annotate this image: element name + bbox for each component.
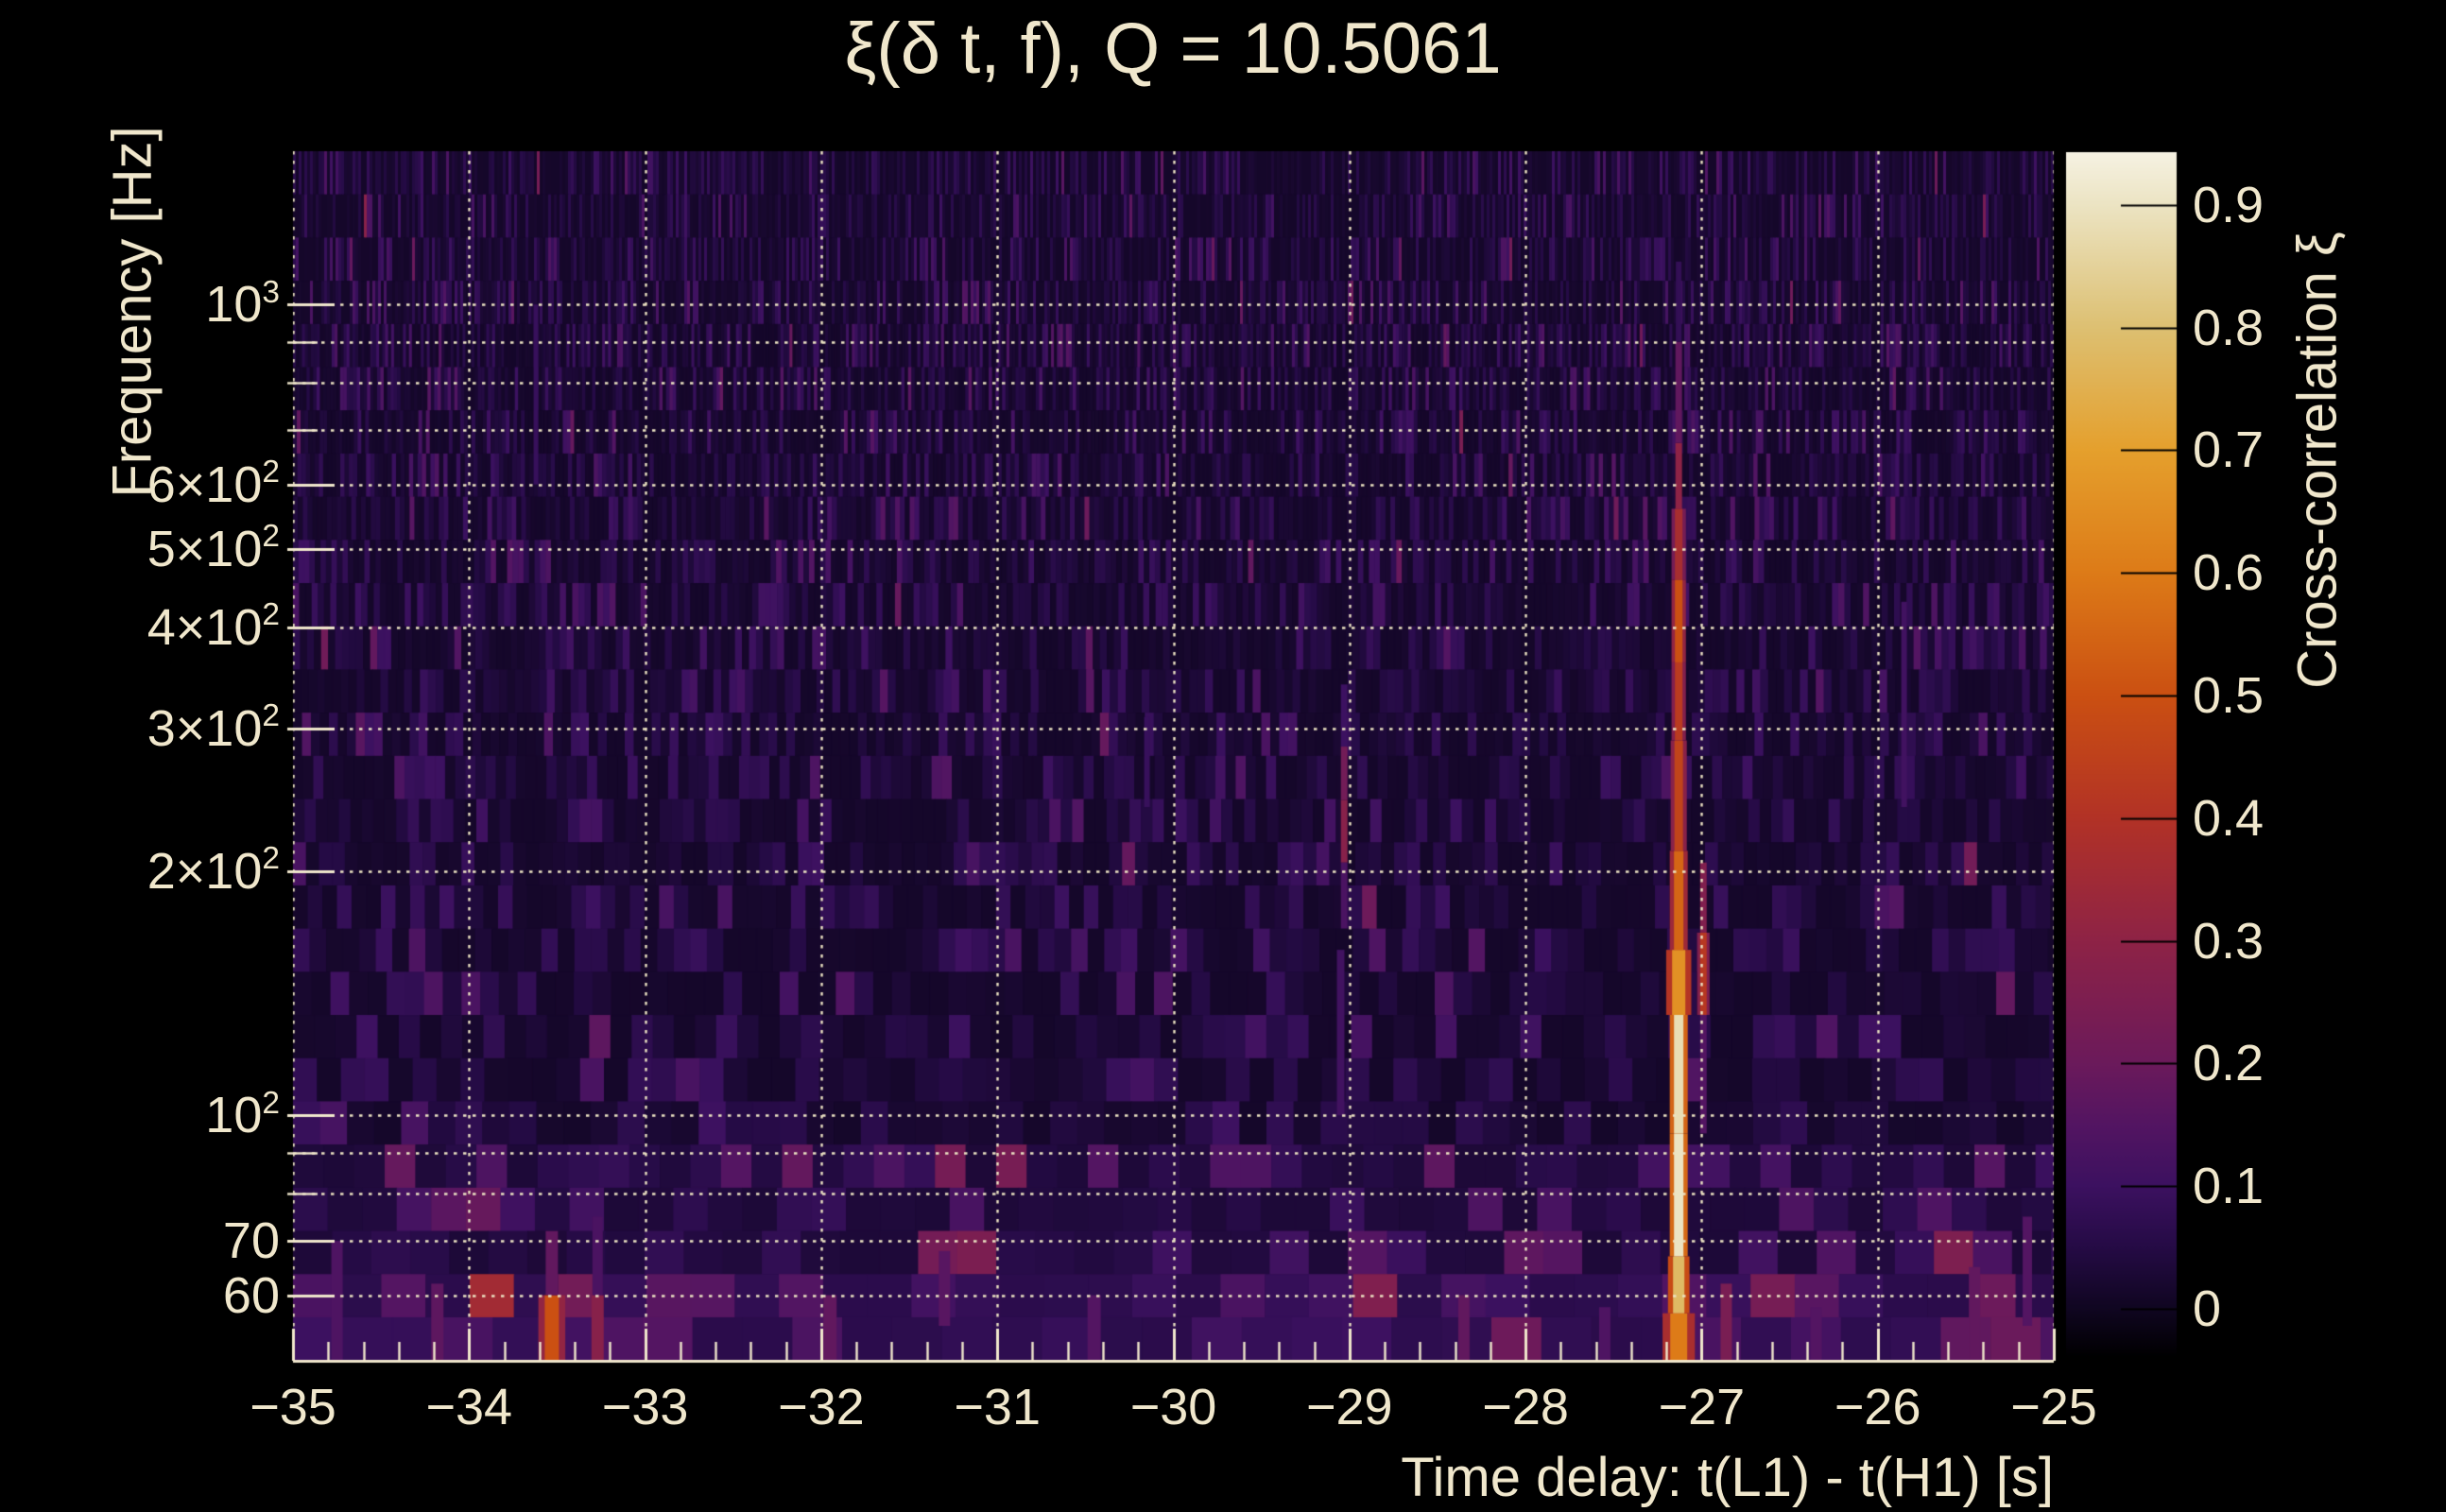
colorbar-tick-label: 0.2 — [2193, 1035, 2265, 1092]
x-tick-label: −35 — [250, 1379, 336, 1435]
x-tick-label: −27 — [1658, 1379, 1746, 1435]
y-tick-label: 103 — [205, 274, 280, 334]
colorbar-tick-label: 0.8 — [2193, 299, 2265, 356]
y-axis-title: Frequency [Hz] — [101, 126, 164, 498]
x-tick-label: −34 — [425, 1379, 513, 1435]
colorbar-tick-label: 0.1 — [2193, 1158, 2265, 1215]
colorbar-tick-label: 0.7 — [2193, 421, 2265, 479]
colorbar-tick-label: 0.3 — [2193, 912, 2265, 970]
y-tick-label: 102 — [205, 1085, 280, 1144]
x-tick-label: −29 — [1305, 1379, 1393, 1435]
y-tick-label: 60 — [222, 1266, 280, 1324]
colorbar-tick-label: 0.6 — [2193, 544, 2265, 602]
x-tick-label: −28 — [1482, 1379, 1569, 1435]
x-tick-label: −25 — [2010, 1379, 2097, 1435]
y-tick-label: 3×102 — [146, 698, 280, 757]
x-axis-title: Time delay: t(L1) - t(H1) [s] — [1401, 1447, 2054, 1508]
colorbar-title: Cross-correlation ξ — [2286, 232, 2349, 689]
plot-title: ξ(δ t, f), Q = 10.5061 — [844, 9, 1502, 89]
y-tick-label: 70 — [222, 1212, 280, 1270]
x-tick-label: −33 — [601, 1379, 689, 1435]
colorbar-tick-label: 0.9 — [2193, 176, 2265, 233]
y-tick-label: 5×102 — [146, 518, 280, 577]
colorbar-tick-label: 0.5 — [2193, 667, 2265, 725]
colorbar-tick-label: 0.4 — [2193, 789, 2265, 847]
x-tick-label: −30 — [1129, 1379, 1217, 1435]
x-tick-label: −31 — [954, 1379, 1041, 1435]
colorbar-tick-label: 0 — [2193, 1280, 2222, 1338]
heatmap-canvas — [0, 0, 2446, 1512]
x-tick-label: −32 — [778, 1379, 865, 1435]
y-tick-label: 2×102 — [146, 841, 280, 900]
y-tick-label: 4×102 — [146, 597, 280, 656]
x-tick-label: −26 — [1834, 1379, 1921, 1435]
cross-correlation-spectrogram: ξ(δ t, f), Q = 10.5061 Frequency [Hz] Ti… — [0, 0, 2446, 1512]
y-tick-label: 6×102 — [146, 454, 280, 513]
